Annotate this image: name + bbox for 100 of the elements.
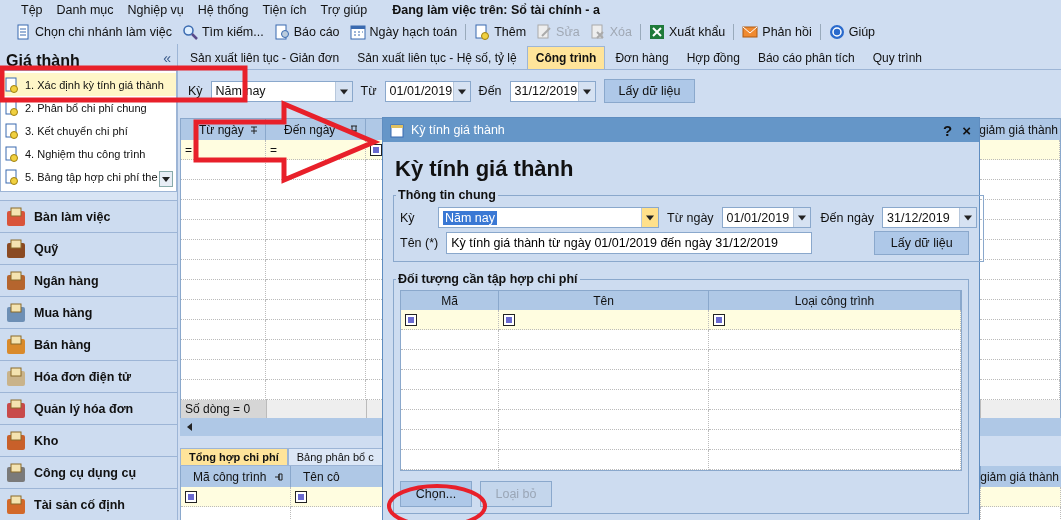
task-item[interactable]: 5. Bảng tập hợp chi phí the <box>1 165 176 188</box>
spreadsheet-icon <box>649 24 665 40</box>
tab[interactable]: Sản xuất liên tục - Giản đơn <box>182 46 348 69</box>
task-item[interactable]: 3. Kết chuyển chi phí <box>1 119 176 142</box>
from-date-field[interactable]: 01/01/2019 <box>384 80 471 102</box>
module-icon <box>4 396 28 421</box>
scroll-left-icon[interactable] <box>186 422 194 432</box>
group-title: Thông tin chung <box>397 188 497 202</box>
to-date-label: Đến ngày <box>820 210 875 225</box>
document-icon <box>4 145 20 162</box>
from-date-field[interactable]: 01/01/2019 <box>721 207 811 228</box>
menu-item[interactable]: Danh mục <box>49 3 121 17</box>
collapse-button[interactable]: « <box>163 50 171 70</box>
dropdown-icon <box>959 208 977 227</box>
fetch-data-button[interactable]: Lấy dữ liệu <box>603 79 696 103</box>
module-icon <box>4 332 28 357</box>
column-header[interactable]: Mã công trình <box>181 466 291 487</box>
filter-cell[interactable] <box>181 487 291 507</box>
tab[interactable]: Báo cáo phân tích <box>749 46 863 69</box>
module-icon <box>4 204 28 229</box>
toolbar-button[interactable]: Báo cáo <box>268 21 345 43</box>
dialog-heading: Kỳ tính giá thành <box>395 156 575 182</box>
scroll-down-icon[interactable] <box>159 171 173 187</box>
filter-icon[interactable] <box>370 143 382 156</box>
menu-item[interactable]: Trợ giúp <box>313 3 375 17</box>
task-item[interactable]: 4. Nghiệm thu công trình <box>1 142 176 165</box>
toolbar-button[interactable]: Chọn chi nhánh làm việc <box>10 21 177 43</box>
filter-icon[interactable] <box>503 313 515 326</box>
filter-cell[interactable] <box>401 310 499 330</box>
toolbar-button[interactable]: Tìm kiếm... <box>176 21 269 43</box>
help-icon <box>828 24 845 40</box>
help-button[interactable]: ? <box>941 121 955 139</box>
to-date-field[interactable]: 31/12/2019 <box>509 80 596 102</box>
envelope-icon <box>742 24 759 40</box>
name-field[interactable]: Kỳ tính giá thành từ ngày 01/01/2019 đến ngày 31/12/2019 <box>446 232 813 254</box>
tab[interactable]: Hợp đồng <box>678 46 748 69</box>
to-label: Đến <box>478 84 502 98</box>
menu-item[interactable]: Tiện ích <box>255 3 314 17</box>
edit-icon <box>536 24 553 40</box>
close-button[interactable]: × <box>960 121 973 139</box>
filter-cell[interactable] <box>981 487 1061 507</box>
sidebar-title: Giá thành <box>6 52 80 70</box>
document-icon <box>474 24 491 40</box>
menu-item[interactable]: Hệ thống <box>190 3 256 17</box>
pin-icon <box>274 471 284 482</box>
menu-item[interactable]: Nghiệp vụ <box>120 3 191 17</box>
column-header[interactable]: Tên <box>499 291 709 310</box>
tab[interactable]: Đơn hàng <box>607 46 677 69</box>
column-header[interactable]: Mã <box>401 291 499 310</box>
module-icon <box>4 268 28 293</box>
row-count: Số dòng = 0 <box>181 400 266 418</box>
name-label: Tên (*) <box>400 236 439 250</box>
filter-icon[interactable] <box>405 313 417 326</box>
calendar-icon <box>389 122 405 138</box>
filter-cell[interactable] <box>499 310 709 330</box>
from-label: Từ <box>360 84 377 98</box>
menu-item[interactable]: Tệp <box>14 3 50 17</box>
period-label: Kỳ <box>400 210 416 225</box>
filter-cell[interactable] <box>980 140 1060 160</box>
filter-icon[interactable] <box>185 490 197 503</box>
report-icon <box>273 24 290 40</box>
toolbar-button[interactable]: Phản hồi <box>737 21 817 43</box>
tab[interactable]: Tổng hợp chi phí <box>180 448 288 466</box>
module-icon <box>4 300 28 325</box>
filter-icon[interactable] <box>295 490 307 503</box>
toolbar-button[interactable]: Xuất khẩu <box>644 21 731 43</box>
fetch-data-button[interactable]: Lấy dữ liệu <box>874 231 970 255</box>
toolbar-button[interactable]: Ngày hạch toán <box>344 21 463 43</box>
filter-operator[interactable]: = <box>185 142 192 157</box>
period-label: Kỳ <box>188 84 203 98</box>
filter-cell[interactable] <box>709 310 961 330</box>
filter-icon[interactable] <box>713 313 725 326</box>
workspace-status: Đang làm việc trên: Sổ tài chính - a <box>392 3 600 17</box>
column-header[interactable]: giảm giá thành <box>981 466 1061 487</box>
tab[interactable]: Sản xuất liên tục - Hệ số, tỷ lệ <box>349 46 525 69</box>
module-icon <box>4 460 28 485</box>
document-icon <box>4 168 20 185</box>
pin-icon <box>349 124 359 135</box>
tab[interactable]: Công trình <box>526 46 606 69</box>
tab[interactable]: Quy trình <box>864 46 930 69</box>
to-date-field[interactable]: 31/12/2019 <box>882 207 978 228</box>
document-icon <box>4 122 20 139</box>
dropdown-icon <box>577 81 595 101</box>
period-dropdown[interactable]: Năm nay <box>438 207 659 228</box>
module-icon <box>4 492 28 517</box>
toolbar-button[interactable]: Giúp <box>823 21 881 43</box>
filter-operator[interactable]: = <box>270 142 277 157</box>
from-date-label: Từ ngày <box>667 210 714 225</box>
calendar-icon <box>349 24 366 40</box>
delete-icon <box>589 24 606 40</box>
column-header[interactable]: Loại công trình <box>709 291 961 310</box>
module-icon <box>4 428 28 453</box>
dialog-title: Kỳ tính giá thành <box>411 123 506 137</box>
tab[interactable]: Bảng phân bổ c <box>287 448 383 466</box>
dropdown-icon <box>334 81 352 101</box>
dropdown-icon <box>641 208 658 227</box>
toolbar-button[interactable]: Thêm <box>469 21 532 43</box>
column-header[interactable]: giảm giá thành <box>980 119 1060 140</box>
search-icon <box>181 24 198 40</box>
task-item[interactable]: 2. Phân bổ chi phí chung <box>1 96 176 119</box>
